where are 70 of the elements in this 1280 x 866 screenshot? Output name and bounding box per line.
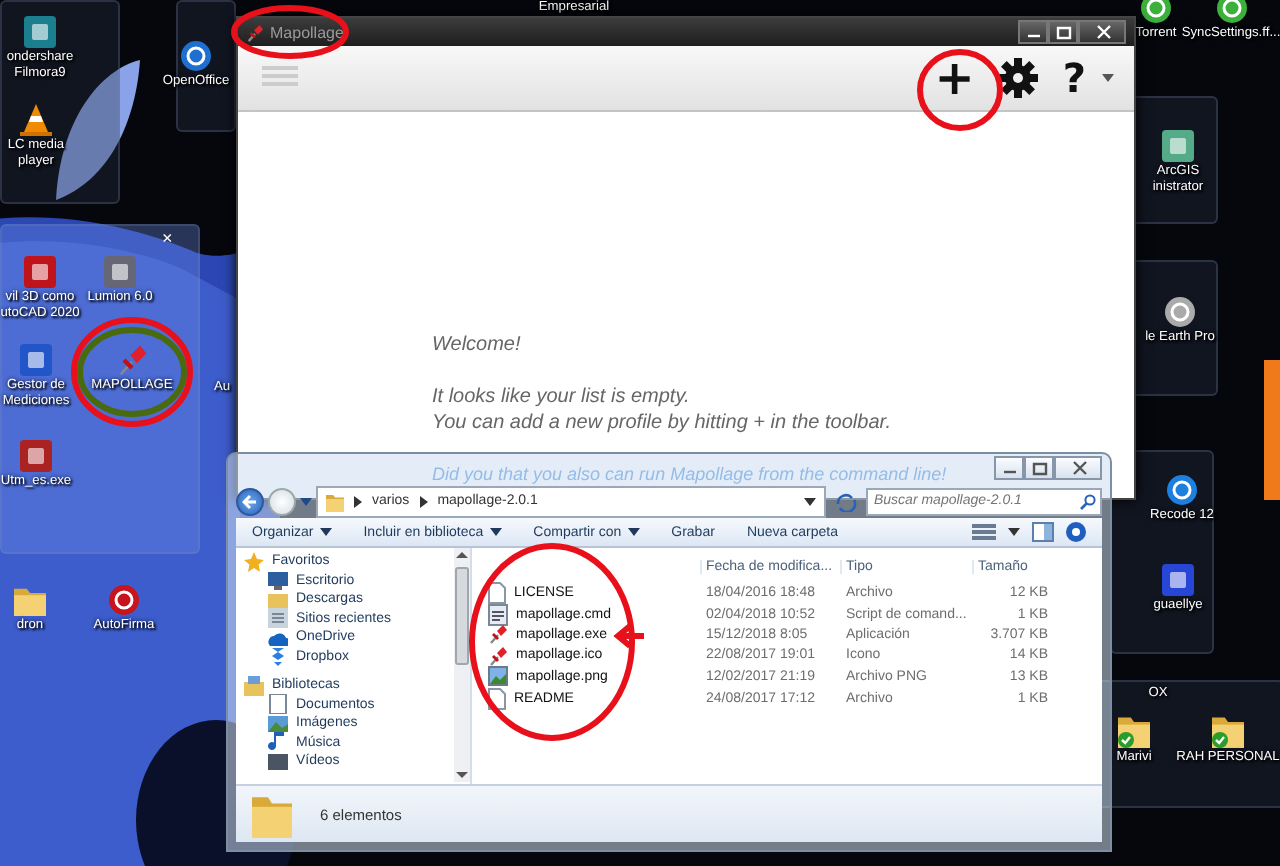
folder-icon — [268, 589, 288, 610]
window-title: Mapollage — [270, 23, 344, 41]
welcome-text: Welcome! — [432, 332, 521, 358]
dropbox-icon — [268, 646, 288, 667]
app-icon — [1162, 564, 1194, 596]
app-icon — [104, 256, 136, 288]
pushpin-icon — [488, 624, 508, 645]
minimize-button[interactable] — [994, 456, 1024, 480]
window-edge — [1264, 360, 1280, 500]
film-icon — [268, 751, 288, 772]
maximize-icon — [1051, 22, 1075, 42]
synced-folder-icon — [1212, 712, 1244, 748]
maximize-button[interactable] — [1024, 456, 1054, 480]
scrollbar[interactable] — [454, 548, 470, 782]
folder-icon — [14, 584, 46, 616]
annotation-circle — [231, 5, 349, 59]
document-icon — [488, 582, 506, 604]
annotation-circle — [917, 49, 1003, 131]
picture-icon — [268, 713, 288, 734]
round-app-icon — [1164, 296, 1196, 328]
app-icon — [24, 16, 56, 48]
close-button[interactable] — [1078, 20, 1126, 44]
help-button[interactable]: ? — [1054, 58, 1094, 98]
arrow-left-icon — [242, 493, 258, 509]
add-button[interactable]: + — [926, 54, 983, 102]
recent-places-icon — [268, 608, 288, 629]
chevron-icon — [354, 495, 362, 507]
round-app-icon — [180, 40, 212, 72]
message-text: It looks like your list is empty. — [432, 384, 690, 410]
caret-icon — [489, 528, 502, 536]
preview-pane-icon[interactable] — [1032, 522, 1054, 542]
cloud-icon — [268, 627, 288, 648]
tip-text: Did you that you also can run Mapollage from the command line! — [432, 462, 947, 488]
library-icon — [244, 675, 264, 696]
pushpin-icon — [488, 645, 508, 666]
annotation-arrow — [613, 623, 647, 649]
maximize-button[interactable] — [1048, 20, 1078, 44]
round-app-icon — [1215, 0, 1247, 24]
message-text: You can add a new profile by hitting + in the toolbar. — [432, 410, 892, 436]
app-icon — [1162, 130, 1194, 162]
app-icon — [20, 440, 52, 472]
view-options-icon[interactable] — [972, 523, 996, 541]
synced-folder-icon — [1118, 712, 1150, 748]
minimize-button[interactable] — [1018, 20, 1048, 44]
traffic-cone-icon — [20, 104, 52, 136]
caret-icon — [627, 528, 640, 536]
caret-icon — [1008, 528, 1020, 536]
monitor-icon — [268, 570, 288, 591]
search-icon — [1080, 493, 1096, 509]
folder-icon — [326, 491, 344, 511]
refresh-icon[interactable] — [834, 491, 858, 511]
app-icon — [24, 256, 56, 288]
maximize-icon — [1027, 458, 1051, 478]
caret-icon — [1102, 74, 1114, 82]
document-icon — [268, 694, 288, 715]
help-icon[interactable] — [1066, 522, 1086, 542]
pushpin-icon — [246, 23, 264, 41]
star-icon — [244, 551, 264, 572]
script-file-icon — [488, 603, 508, 625]
picture-icon — [488, 666, 508, 687]
music-note-icon — [268, 732, 288, 753]
round-app-icon — [108, 584, 140, 616]
round-app-icon — [1140, 0, 1172, 24]
chevron-icon — [419, 495, 428, 507]
pushpin-icon — [116, 344, 148, 376]
caret-icon — [319, 528, 332, 536]
app-icon — [20, 344, 52, 376]
close-button[interactable] — [1054, 456, 1102, 480]
round-app-icon — [1166, 474, 1198, 506]
close-button[interactable]: × — [162, 228, 173, 248]
